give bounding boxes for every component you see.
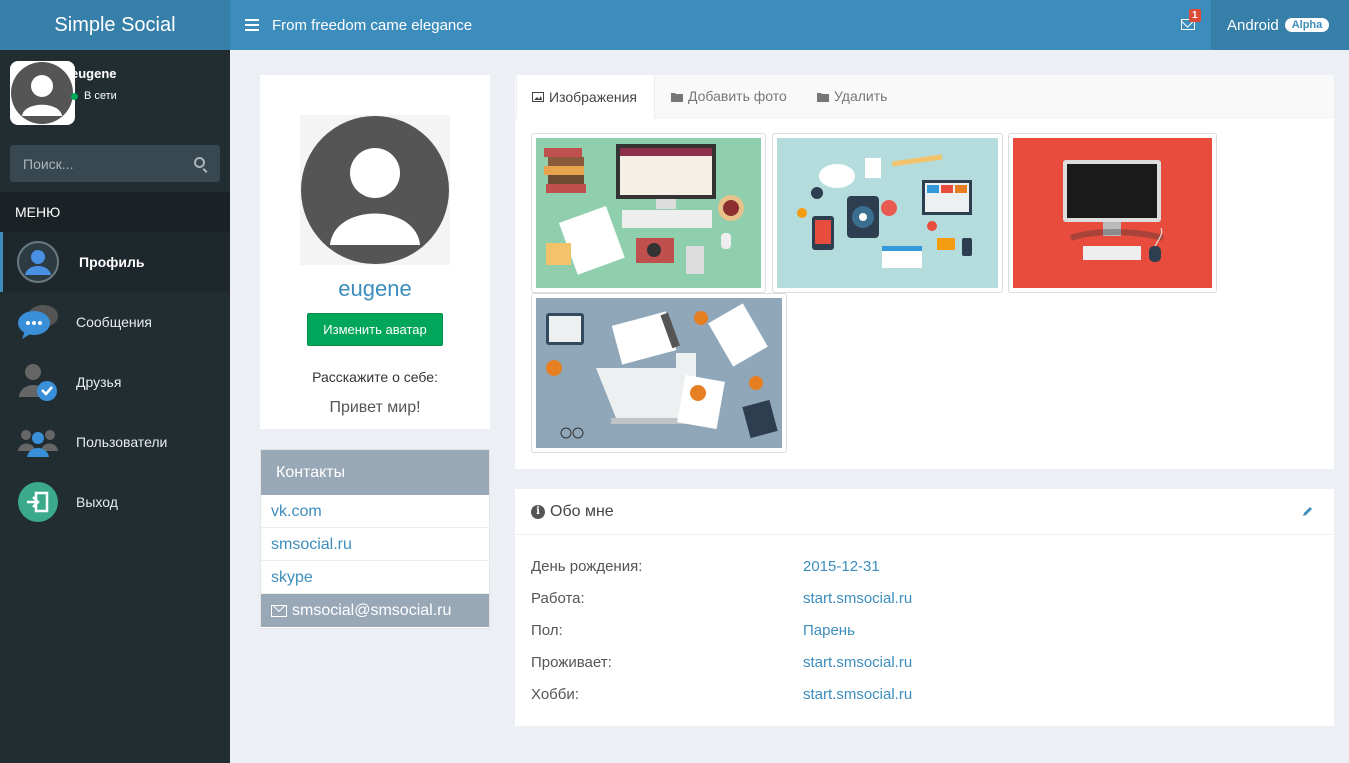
about-value: Парень [803, 622, 855, 639]
tab-delete[interactable]: Удалить [802, 75, 887, 118]
users-icon [18, 430, 58, 457]
sidebar-item-logout[interactable]: Выход [0, 472, 230, 532]
about-title: Обо мне [550, 502, 614, 520]
sidebar-item-label: Профиль [79, 254, 145, 270]
user-menu-label: Android [1227, 16, 1279, 34]
sidebar-item-label: Пользователи [76, 434, 168, 450]
change-avatar-button[interactable]: Изменить аватар [307, 313, 443, 346]
contact-email-text: smsocial@smsocial.ru [292, 602, 452, 619]
alpha-badge: Alpha [1284, 18, 1330, 32]
sidebar-item-label: Друзья [76, 374, 122, 390]
info-icon: i [531, 504, 545, 519]
about-value[interactable]: start.smsocial.ru [803, 686, 912, 703]
about-label: Проживает: [531, 654, 612, 671]
contact-link-vk[interactable]: vk.com [261, 495, 489, 528]
gallery-image[interactable] [1008, 133, 1217, 293]
about-card: i Обо мне День рождения: 2015-12-31 Рабо… [515, 489, 1334, 726]
menu-header: МЕНЮ [0, 192, 230, 232]
monitor-illustration [1063, 160, 1164, 262]
about-value: 2015-12-31 [803, 558, 880, 575]
pencil-icon[interactable] [1302, 505, 1314, 517]
avatar [10, 61, 75, 125]
mail-button[interactable]: 1 [1181, 9, 1201, 31]
online-status: В сети [71, 90, 117, 102]
messages-icon [18, 305, 58, 339]
contact-link-site[interactable]: smsocial.ru [261, 528, 489, 561]
sidebar-item-friends[interactable]: Друзья [0, 352, 230, 412]
user-menu[interactable]: Android Alpha [1211, 0, 1349, 50]
contacts-card: Контакты vk.com smsocial.ru skype smsoci… [260, 449, 490, 629]
search-icon[interactable] [194, 157, 205, 168]
about-text: Привет мир! [329, 399, 421, 416]
about-label: День рождения: [531, 558, 643, 575]
tab-label: Добавить фото [688, 88, 787, 104]
sidebar: eugene В сети МЕНЮ Профиль Сообщени [0, 50, 230, 763]
profile-icon [17, 241, 59, 283]
envelope-icon [271, 604, 287, 617]
desk-illustration [544, 144, 744, 275]
gallery-image[interactable] [531, 133, 766, 293]
status-label: В сети [84, 90, 117, 102]
logout-icon [18, 482, 58, 522]
about-value[interactable]: start.smsocial.ru [803, 654, 912, 671]
mail-count-badge: 1 [1189, 9, 1201, 22]
about-prompt: Расскажите о себе: [312, 369, 438, 385]
gallery-image[interactable] [531, 293, 787, 453]
tab-label: Удалить [834, 88, 888, 104]
user-panel: eugene В сети [0, 50, 230, 142]
laptop-workspace-illustration [546, 303, 778, 439]
sidebar-item-messages[interactable]: Сообщения [0, 292, 230, 352]
folder-icon [671, 92, 683, 102]
profile-card: eugene Изменить аватар Расскажите о себе… [260, 75, 490, 429]
menu-toggle-icon[interactable] [245, 19, 259, 31]
contacts-title: Контакты [261, 450, 489, 495]
sidebar-item-profile[interactable]: Профиль [0, 232, 230, 292]
about-label: Работа: [531, 590, 585, 607]
about-value[interactable]: start.smsocial.ru [803, 590, 912, 607]
sidebar-item-label: Сообщения [76, 314, 152, 330]
sidebar-search [10, 145, 220, 182]
tab-images[interactable]: Изображения [516, 75, 655, 119]
gallery-image[interactable] [772, 133, 1003, 293]
sidebar-item-label: Выход [76, 494, 118, 510]
tab-add-photo[interactable]: Добавить фото [656, 75, 787, 118]
brand-logo[interactable]: Simple Social [0, 0, 230, 50]
contact-link-skype[interactable]: skype [261, 561, 489, 594]
sidebar-menu: Профиль Сообщения Друзья Пользователи Вы… [0, 232, 230, 532]
sidebar-item-users[interactable]: Пользователи [0, 412, 230, 472]
gallery-card: Изображения Добавить фото Удалить [515, 75, 1334, 469]
folder-icon [817, 92, 829, 102]
sidebar-username: eugene [71, 66, 117, 81]
tagline: From freedom came elegance [272, 16, 473, 34]
profile-avatar [300, 115, 450, 265]
top-navbar: From freedom came elegance 1 Android Alp… [230, 0, 1349, 50]
about-label: Хобби: [531, 686, 579, 703]
friends-icon [19, 364, 57, 401]
tab-label: Изображения [549, 88, 637, 105]
about-label: Пол: [531, 622, 563, 639]
search-input[interactable] [10, 145, 180, 182]
contact-email[interactable]: smsocial@smsocial.ru [261, 594, 489, 627]
about-header: i Обо мне [515, 489, 1334, 535]
gallery-tabs: Изображения Добавить фото Удалить [515, 75, 1334, 119]
tech-network-illustration [797, 154, 972, 268]
online-dot-icon [71, 92, 78, 100]
profile-name: eugene [338, 276, 412, 301]
image-icon [532, 92, 544, 102]
